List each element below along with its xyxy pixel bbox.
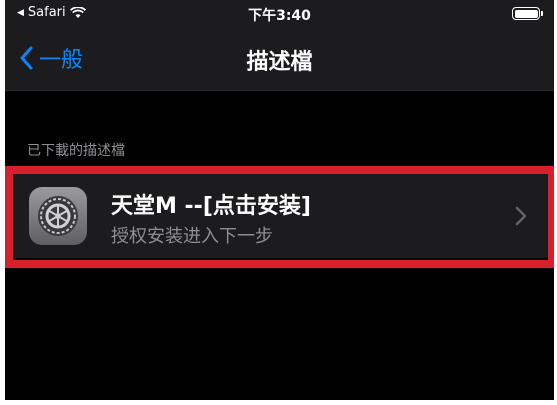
page-title: 描述檔 [246,50,313,75]
battery-icon [512,7,543,20]
status-bar: ◀ Safari 下午3:40 [5,0,554,28]
nav-divider [5,90,554,91]
screen: ◀ Safari 下午3:40 一般 描述檔 已下載的描述檔 天堂M --[点击… [5,0,554,400]
nav-bar: 一般 描述檔 [5,28,554,90]
status-time: 下午3:40 [248,8,311,24]
section-header: 已下載的描述檔 [27,143,125,159]
highlight-box [5,166,554,268]
